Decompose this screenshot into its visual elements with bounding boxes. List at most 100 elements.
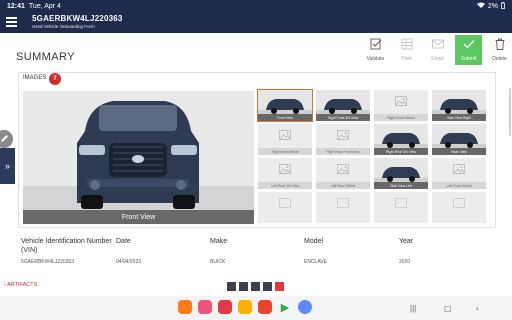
recents-icon[interactable]: |||	[410, 304, 416, 313]
delete-label: Delete	[492, 56, 507, 62]
image-thumbnail[interactable]: Left Rear 3/4 View	[258, 158, 312, 189]
delete-button[interactable]: Delete	[484, 35, 512, 65]
date-field: Date 04/04/2023	[116, 237, 141, 265]
image-placeholder-icon	[337, 161, 349, 179]
status-bar: 12:41 Tue, Apr 4 2%	[0, 0, 512, 12]
image-placeholder-icon	[337, 127, 349, 145]
trash-icon	[493, 37, 507, 51]
images-label: IMAGES	[23, 75, 47, 81]
year-label: Year	[399, 238, 414, 245]
email-icon	[431, 37, 445, 51]
page-indicator	[227, 282, 284, 291]
image-thumbnail[interactable]: Side View Right	[432, 90, 486, 121]
thumbnail-caption: Right Rear Front View	[316, 148, 370, 155]
scrollbar[interactable]	[509, 88, 511, 136]
artifacts-back-link[interactable]: ‹ ARTIFACTS	[4, 282, 37, 288]
expand-drawer-button[interactable]: »	[0, 148, 15, 184]
app-icon-2[interactable]	[198, 300, 212, 314]
back-icon[interactable]: ‹	[476, 304, 479, 313]
year-value: 2020	[399, 259, 411, 265]
print-button[interactable]: Print	[391, 35, 422, 65]
image-thumbnail[interactable]	[316, 192, 370, 223]
vin-field: Vehicle Identification Number (VIN) 5GAE…	[21, 237, 113, 265]
image-thumbnail[interactable]: Right Front Wheel	[374, 90, 428, 121]
image-placeholder-icon	[395, 93, 407, 111]
image-placeholder-icon	[453, 161, 465, 179]
play-store-icon[interactable]: ▶	[278, 300, 292, 314]
thumbnail-caption: Right Rear Wheel	[258, 148, 312, 155]
app-icon-7[interactable]	[298, 300, 312, 314]
make-label: Make	[210, 238, 228, 245]
artifacts-label: ARTIFACTS	[7, 282, 38, 288]
edit-button[interactable]	[0, 130, 13, 148]
app-header: 5GAERBKW4LJ220363 Used Vehicle Onboardin…	[0, 12, 512, 33]
image-placeholder-icon	[279, 161, 291, 179]
model-value: ENCLAVE	[304, 259, 327, 265]
status-time: 12:41	[7, 2, 25, 10]
action-toolbar: Validate Print Email Submit Delete	[360, 35, 512, 65]
vin-value: 5GAERBKW4LJ220363	[21, 259, 75, 265]
page-dot[interactable]	[263, 282, 272, 291]
image-placeholder-icon	[453, 195, 465, 213]
thumbnail-caption: Right Front Wheel	[374, 114, 428, 121]
main-photo-caption: Front View	[23, 210, 254, 224]
page-dot[interactable]	[227, 282, 236, 291]
image-thumbnail[interactable]	[258, 192, 312, 223]
year-field: Year 2020	[399, 237, 413, 265]
battery-icon	[501, 1, 505, 11]
submit-button[interactable]: Submit	[455, 35, 482, 65]
app-icon-5[interactable]	[258, 300, 272, 314]
image-thumbnail[interactable]: Right Front 3/4 View	[316, 90, 370, 121]
image-placeholder-icon	[395, 195, 407, 213]
car-front-image	[23, 91, 254, 224]
home-icon[interactable]: ▢	[444, 304, 452, 313]
image-placeholder-icon	[279, 195, 291, 213]
check-icon	[462, 37, 476, 51]
thumbnail-caption: Side View Left	[374, 182, 428, 189]
image-placeholder-icon	[279, 127, 291, 145]
validate-button[interactable]: Validate	[360, 35, 391, 65]
image-thumbnail[interactable]	[432, 192, 486, 223]
pencil-icon	[0, 130, 9, 148]
image-thumbnail[interactable]: Rear View	[432, 124, 486, 155]
image-thumbnail[interactable]: Left Front Wheel	[432, 158, 486, 189]
header-subtitle: Used Vehicle Onboarding Form	[32, 24, 95, 29]
model-label: Model	[304, 238, 324, 245]
status-date: Tue, Apr 4	[28, 2, 61, 10]
make-field: Make BUICK	[210, 237, 227, 265]
image-thumbnail[interactable]	[374, 192, 428, 223]
date-value: 04/04/2023	[116, 259, 142, 265]
thumbnail-caption: Right Rear 3/4 View	[374, 148, 428, 155]
image-thumbnail[interactable]: Right Rear Wheel	[258, 124, 312, 155]
submit-label: Submit	[460, 56, 477, 62]
thumbnail-caption: Left Rear 3/4 View	[258, 182, 312, 189]
app-icon-1[interactable]	[178, 300, 192, 314]
page-dot[interactable]	[275, 282, 284, 291]
menu-icon[interactable]	[6, 17, 17, 27]
main-vehicle-photo[interactable]: Front View	[23, 91, 254, 224]
battery-text: 2%	[487, 2, 498, 10]
thumbnail-caption: Side View Right	[432, 114, 486, 121]
double-chevron-right-icon: »	[4, 161, 10, 171]
email-label: Email	[431, 56, 444, 62]
image-thumbnail[interactable]: Front View	[257, 89, 313, 122]
thumbnail-caption: Left Rear Wheel	[316, 182, 370, 189]
email-button[interactable]: Email	[422, 35, 453, 65]
thumbnail-caption: Rear View	[432, 148, 486, 155]
thumbnail-caption: Front View	[258, 114, 312, 121]
image-thumbnail[interactable]: Side View Left	[374, 158, 428, 189]
image-placeholder-icon	[337, 195, 349, 213]
image-thumbnail[interactable]: Right Rear Front View	[316, 124, 370, 155]
chevron-left-icon: ‹	[4, 282, 6, 288]
page-dot[interactable]	[251, 282, 260, 291]
page-title: SUMMARY	[16, 51, 75, 63]
vehicle-info: Vehicle Identification Number (VIN) 5GAE…	[18, 232, 496, 272]
validate-label: Validate	[366, 56, 385, 62]
validate-icon	[369, 37, 383, 51]
page-dot[interactable]	[239, 282, 248, 291]
image-thumbnail[interactable]: Right Rear 3/4 View	[374, 124, 428, 155]
image-thumbnail[interactable]: Left Rear Wheel	[316, 158, 370, 189]
app-icon-4[interactable]	[238, 300, 252, 314]
app-icon-3[interactable]	[218, 300, 232, 314]
print-label: Print	[401, 56, 412, 62]
